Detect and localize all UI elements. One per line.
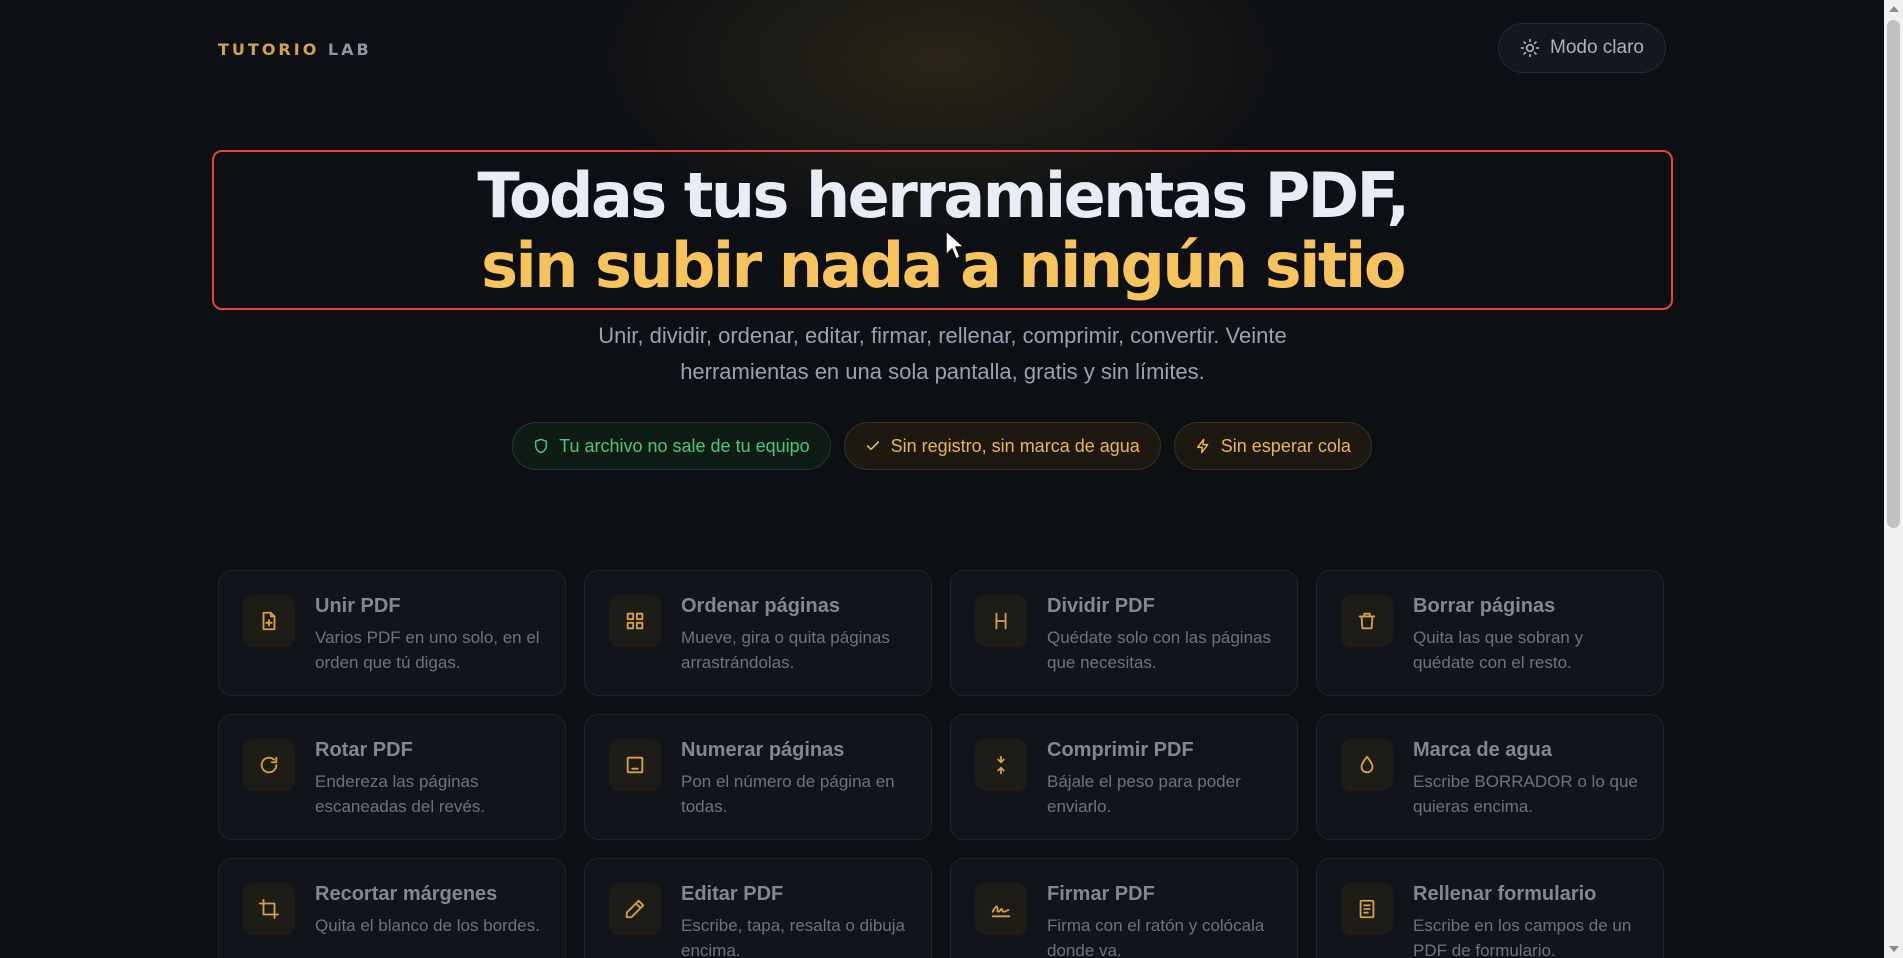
hero-title-line-2: sin subir nada a ningún sitio (481, 229, 1406, 302)
page: TUTORIO LAB Modo claro Todas tus herrami… (0, 0, 1903, 958)
scroll-down-arrow-icon[interactable] (1889, 946, 1899, 952)
tool-title: Marca de agua (1413, 739, 1552, 761)
split-icon (995, 612, 1007, 630)
icon-wrap (609, 595, 661, 647)
badge-label: Tu archivo no sale de tu equipo (559, 435, 810, 456)
tool-card-numerar-paginas[interactable]: Numerar páginas Pon el número de página … (584, 714, 932, 840)
badge-label: Sin esperar cola (1220, 435, 1351, 456)
mouse-cursor-icon (945, 230, 965, 260)
hero-heading: Todas tus herramientas PDF, sin subir na… (212, 150, 1673, 310)
tool-description: Bájale el peso para poder enviarlo. (1047, 772, 1241, 816)
icon-wrap (1341, 739, 1393, 791)
tool-title: Unir PDF (315, 595, 401, 617)
tool-card-recortar-margenes[interactable]: Recortar márgenes Quita el blanco de los… (218, 858, 566, 958)
tool-title: Editar PDF (681, 883, 784, 905)
tool-card-rellenar-formulario[interactable]: Rellenar formulario Escribe en los campo… (1316, 858, 1664, 958)
page-number-icon (626, 756, 644, 774)
brand-logo[interactable]: TUTORIO LAB (218, 40, 372, 59)
brand-first: TUTORIO (218, 40, 320, 59)
tool-card-unir-pdf[interactable]: Unir PDF Varios PDF en uno solo, en el o… (218, 570, 566, 696)
tool-title: Ordenar páginas (681, 595, 840, 617)
trash-icon (1358, 612, 1376, 630)
grid-icon (626, 612, 644, 630)
icon-wrap (975, 883, 1027, 935)
tool-title: Dividir PDF (1047, 595, 1155, 617)
icon-wrap (609, 883, 661, 935)
droplet-icon (1360, 755, 1374, 774)
vertical-scrollbar[interactable] (1884, 0, 1903, 958)
badge-no-signup: Sin registro, sin marca de agua (843, 422, 1161, 470)
theme-toggle-button[interactable]: Modo claro (1498, 23, 1666, 73)
lightning-icon (1196, 438, 1209, 454)
sun-icon (1520, 38, 1540, 58)
tool-description: Varios PDF en uno solo, en el orden que … (315, 628, 540, 672)
icon-wrap (1341, 883, 1393, 935)
rotate-icon (260, 756, 278, 774)
tool-description: Firma con el ratón y colócala donde va. (1047, 916, 1265, 958)
tool-card-rotar-pdf[interactable]: Rotar PDF Endereza las páginas escaneada… (218, 714, 566, 840)
icon-wrap (243, 883, 295, 935)
tool-description: Escribe, tapa, resalta o dibuja encima. (681, 916, 905, 958)
icon-wrap (975, 595, 1027, 647)
badge-privacy: Tu archivo no sale de tu equipo (512, 422, 831, 470)
pencil-icon (625, 899, 645, 919)
tool-title: Rellenar formulario (1413, 883, 1597, 905)
tool-title: Numerar páginas (681, 739, 845, 761)
compress-icon (997, 755, 1005, 775)
tool-title: Rotar PDF (315, 739, 413, 761)
tools-grid: Unir PDF Varios PDF en uno solo, en el o… (218, 570, 1666, 958)
tool-card-comprimir-pdf[interactable]: Comprimir PDF Bájale el peso para poder … (950, 714, 1298, 840)
tool-description: Quita el blanco de los bordes. (315, 916, 540, 935)
tool-description: Quita las que sobran y quédate con el re… (1413, 628, 1584, 672)
shield-icon (535, 438, 548, 454)
tool-title: Comprimir PDF (1047, 739, 1194, 761)
tool-title: Recortar márgenes (315, 883, 498, 905)
signature-icon (991, 905, 1011, 918)
feature-badges: Tu archivo no sale de tu equipo Sin regi… (0, 422, 1884, 470)
tool-description: Quédate solo con las páginas que necesit… (1047, 628, 1271, 672)
badge-label: Sin registro, sin marca de agua (890, 435, 1140, 456)
tool-description: Pon el número de página en todas. (681, 772, 895, 816)
badge-no-queue: Sin esperar cola (1173, 422, 1372, 470)
hero-title-line-1: Todas tus herramientas PDF, (477, 159, 1410, 232)
tool-description: Endereza las páginas escaneadas del revé… (315, 772, 486, 816)
brand-second: LAB (327, 40, 372, 59)
tool-card-borrar-paginas[interactable]: Borrar páginas Quita las que sobran y qu… (1316, 570, 1664, 696)
scroll-up-arrow-icon[interactable] (1889, 6, 1899, 12)
tool-description: Escribe BORRADOR o lo que quieras encima… (1413, 772, 1638, 816)
theme-toggle-label: Modo claro (1550, 37, 1644, 58)
icon-wrap (243, 739, 295, 791)
crop-icon (258, 898, 280, 920)
tool-card-marca-de-agua[interactable]: Marca de agua Escribe BORRADOR o lo que … (1316, 714, 1664, 840)
tool-card-editar-pdf[interactable]: Editar PDF Escribe, tapa, resalta o dibu… (584, 858, 932, 958)
form-icon (1359, 899, 1375, 919)
tool-description: Escribe en los campos de un PDF de formu… (1413, 916, 1632, 958)
tool-card-ordenar-paginas[interactable]: Ordenar páginas Mueve, gira o quita pági… (584, 570, 932, 696)
icon-wrap (1341, 595, 1393, 647)
tool-description: Mueve, gira o quita páginas arrastrándol… (681, 628, 890, 672)
icon-wrap (609, 739, 661, 791)
tool-card-firmar-pdf[interactable]: Firmar PDF Firma con el ratón y colócala… (950, 858, 1298, 958)
icon-wrap (975, 739, 1027, 791)
scrollbar-thumb[interactable] (1887, 20, 1900, 528)
tool-card-dividir-pdf[interactable]: Dividir PDF Quédate solo con las páginas… (950, 570, 1298, 696)
check-icon (866, 441, 879, 451)
file-plus-icon (262, 611, 276, 631)
hero-subtitle: Unir, dividir, ordenar, editar, firmar, … (598, 323, 1287, 384)
tool-title: Borrar páginas (1413, 595, 1556, 617)
icon-wrap (243, 595, 295, 647)
tool-title: Firmar PDF (1047, 883, 1155, 905)
